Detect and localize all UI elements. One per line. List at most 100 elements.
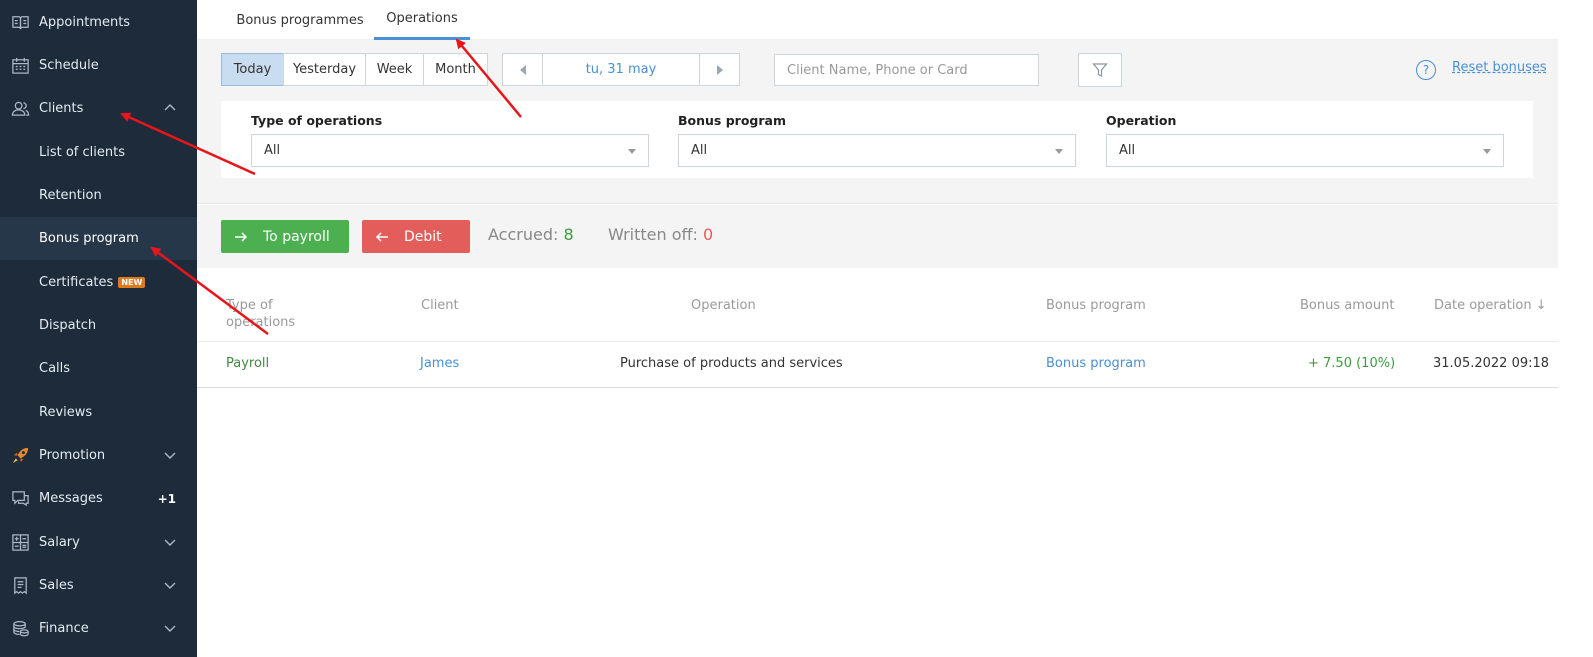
tab-label: Operations <box>386 11 458 26</box>
sidebar-item-clients[interactable]: Clients <box>0 87 197 130</box>
chevron-down-icon[interactable] <box>163 621 177 635</box>
calculator-icon <box>10 533 30 553</box>
cell-operation: Purchase of products and services <box>620 356 843 371</box>
sidebar-item-reviews[interactable]: Reviews <box>0 391 197 434</box>
sidebar-item-salary[interactable]: Salary <box>0 521 197 564</box>
triangle-left-icon <box>519 64 526 75</box>
tab-bonus-programmes[interactable]: Bonus programmes <box>227 0 373 40</box>
help-icon[interactable]: ? <box>1416 60 1436 80</box>
cell-bonus-amount: + 7.50 (10%) <box>1308 356 1396 371</box>
messages-icon <box>10 489 30 509</box>
sidebar-item-finance[interactable]: Finance <box>0 607 197 650</box>
button-label: Month <box>435 62 476 77</box>
book-icon <box>10 13 30 33</box>
sidebar-item-label: Promotion <box>39 448 106 463</box>
sidebar-item-dispatch[interactable]: Dispatch <box>0 304 197 347</box>
sidebar-item-label: Messages <box>39 491 103 506</box>
column-header-operation[interactable]: Operation <box>691 297 756 314</box>
caret-down-icon <box>628 149 636 154</box>
period-week-button[interactable]: Week <box>365 53 424 86</box>
chevron-down-icon[interactable] <box>163 448 177 462</box>
written-off-stat: Written off: 0 <box>608 225 713 244</box>
sidebar: Appointments Schedule Clients List of cl… <box>0 0 197 657</box>
help-glyph: ? <box>1422 63 1430 77</box>
client-search-input[interactable] <box>774 54 1039 86</box>
operation-select[interactable]: All <box>1106 134 1504 167</box>
sidebar-item-retention[interactable]: Retention <box>0 174 197 217</box>
accrued-stat: Accrued: 8 <box>488 225 574 244</box>
cell-type: Payroll <box>226 356 270 371</box>
cell-client-link[interactable]: James <box>420 356 459 371</box>
sidebar-item-label: Bonus program <box>39 231 139 246</box>
funnel-icon <box>1092 63 1108 77</box>
accrued-label: Accrued: <box>488 225 564 244</box>
sidebar-item-label: List of clients <box>39 145 125 160</box>
button-label: Yesterday <box>292 62 357 77</box>
sidebar-item-messages[interactable]: Messages +1 <box>0 477 197 520</box>
table-row[interactable]: Payroll James Purchase of products and s… <box>197 341 1558 388</box>
next-date-button[interactable] <box>699 54 739 85</box>
current-date[interactable]: tu, 31 may <box>543 54 699 85</box>
sidebar-item-label: Schedule <box>39 58 99 73</box>
sidebar-item-label: Reviews <box>39 405 93 420</box>
caret-down-icon <box>1055 149 1063 154</box>
messages-count-badge: +1 <box>157 491 176 506</box>
table-header: Type of operations Client Operation Bonu… <box>197 268 1558 340</box>
debit-button[interactable]: Debit <box>362 220 470 253</box>
tab-operations[interactable]: Operations <box>374 0 470 40</box>
main-content: Bonus programmes Operations Today Yester… <box>197 0 1558 657</box>
column-header-bonus-program[interactable]: Bonus program <box>1046 297 1146 314</box>
reset-bonuses-link[interactable]: Reset bonuses <box>1452 60 1547 75</box>
period-today-button[interactable]: Today <box>221 53 284 86</box>
coins-icon <box>10 619 30 639</box>
select-value: All <box>691 143 708 158</box>
filter-toggle-button[interactable] <box>1078 53 1122 87</box>
calendar-icon <box>10 56 30 76</box>
column-header-date-operation[interactable]: Date operation ↓ <box>1434 297 1547 314</box>
type-of-operations-select[interactable]: All <box>251 134 649 167</box>
receipt-icon <box>10 576 30 596</box>
chevron-down-icon[interactable] <box>163 578 177 592</box>
filter-label: Type of operations <box>251 113 383 128</box>
arrow-right-icon <box>235 231 248 242</box>
sidebar-item-label: Retention <box>39 188 102 203</box>
period-month-button[interactable]: Month <box>423 53 488 86</box>
users-icon <box>10 99 30 119</box>
sidebar-item-label: Sales <box>39 578 74 593</box>
select-value: All <box>264 143 281 158</box>
sidebar-item-list-of-clients[interactable]: List of clients <box>0 131 197 174</box>
sidebar-item-calls[interactable]: Calls <box>0 347 197 390</box>
cell-bonus-program-link[interactable]: Bonus program <box>1046 356 1146 371</box>
chevron-down-icon[interactable] <box>163 535 177 549</box>
accrued-value: 8 <box>563 225 574 244</box>
button-label: To payroll <box>263 228 330 245</box>
sidebar-item-appointments[interactable]: Appointments <box>0 1 197 44</box>
button-label: Week <box>376 62 413 77</box>
written-off-value: 0 <box>703 225 714 244</box>
sidebar-item-sales[interactable]: Sales <box>0 564 197 607</box>
new-badge: NEW <box>118 277 146 288</box>
tab-label: Bonus programmes <box>236 12 364 28</box>
bonus-program-select[interactable]: All <box>678 134 1076 167</box>
sidebar-item-promotion[interactable]: Promotion <box>0 434 197 477</box>
sidebar-item-bonus-program[interactable]: Bonus program <box>0 217 197 260</box>
period-yesterday-button[interactable]: Yesterday <box>283 53 366 86</box>
to-payroll-button[interactable]: To payroll <box>221 220 349 253</box>
column-header-client[interactable]: Client <box>421 297 459 314</box>
sidebar-item-certificates[interactable]: Certificates NEW <box>0 261 197 304</box>
filter-label: Operation <box>1106 113 1177 128</box>
select-value: All <box>1119 143 1136 158</box>
sidebar-item-label: Calls <box>39 361 71 376</box>
chevron-up-icon[interactable] <box>163 101 177 115</box>
caret-down-icon <box>1483 149 1491 154</box>
sidebar-item-schedule[interactable]: Schedule <box>0 44 197 87</box>
button-label: Debit <box>404 228 442 245</box>
filters-area: Today Yesterday Week Month tu, 31 may ? … <box>197 40 1558 204</box>
button-label: Today <box>233 62 272 77</box>
column-header-bonus-amount[interactable]: Bonus amount <box>1300 297 1394 314</box>
previous-date-button[interactable] <box>503 54 543 85</box>
sidebar-item-label: Dispatch <box>39 318 97 333</box>
column-header-type[interactable]: Type of operations <box>226 297 306 331</box>
actions-bar: To payroll Debit Accrued: 8 Written off:… <box>197 205 1558 268</box>
sidebar-item-label: Salary <box>39 535 80 550</box>
